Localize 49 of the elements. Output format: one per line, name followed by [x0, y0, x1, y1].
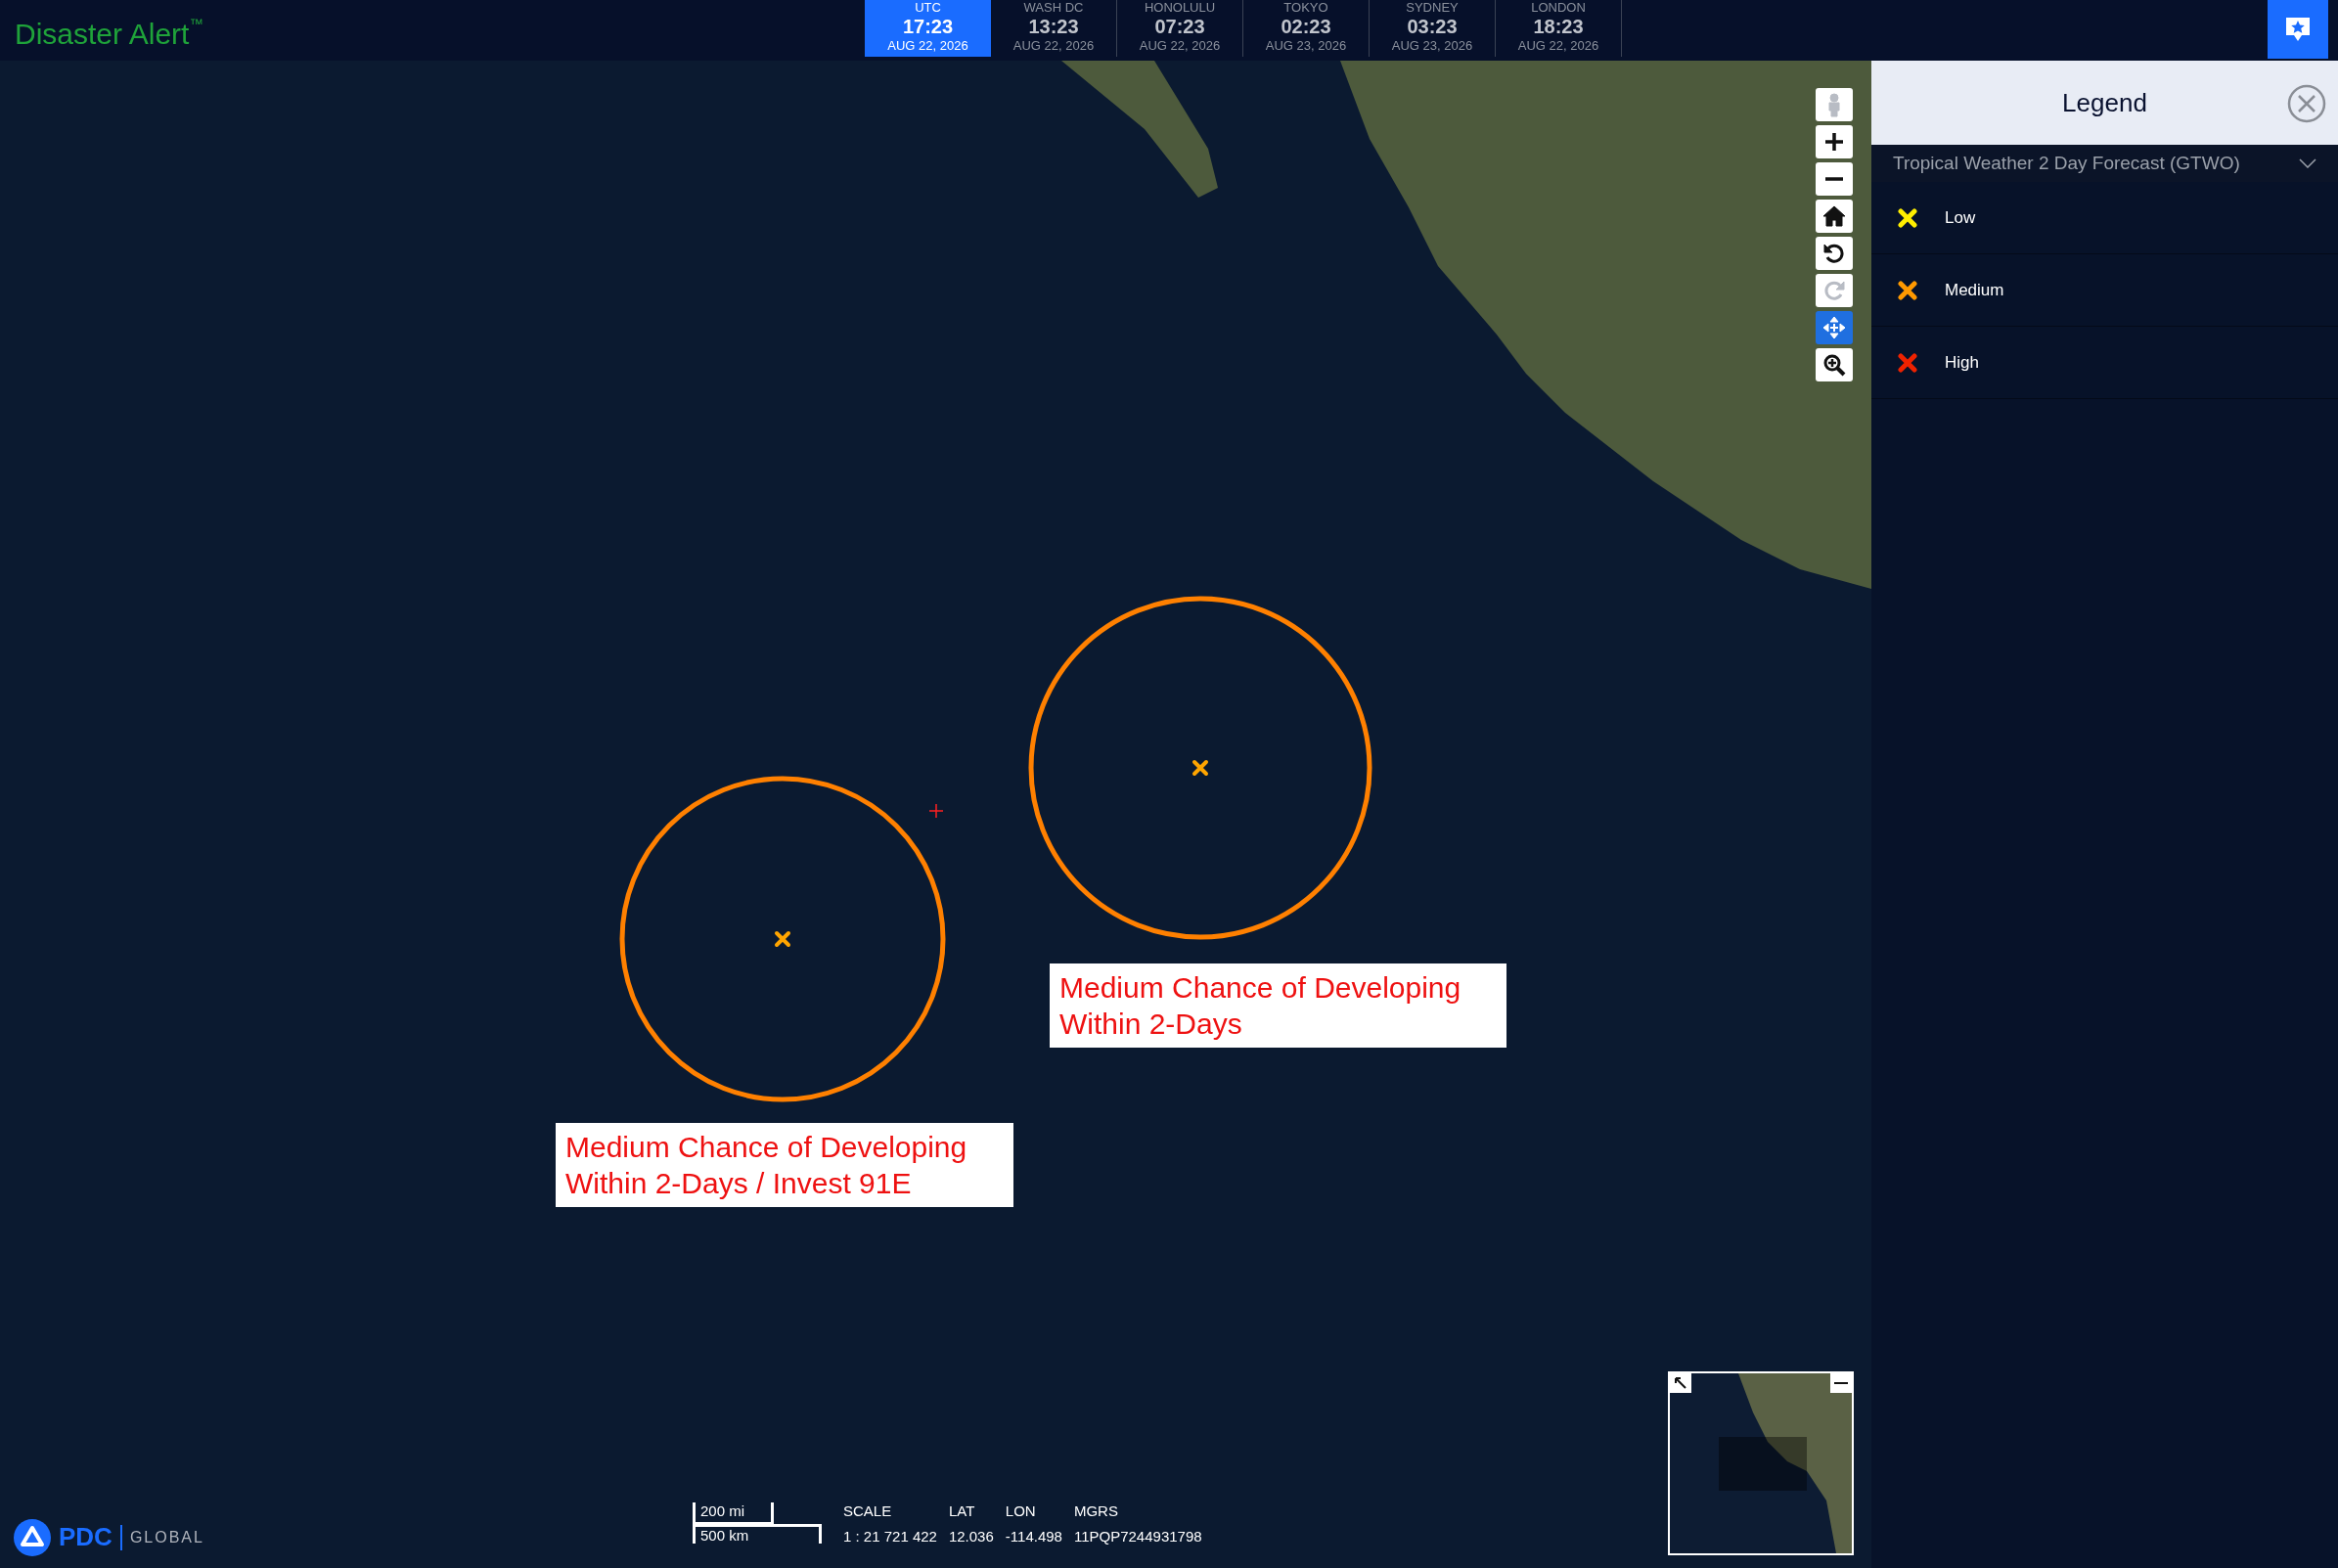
- time-zone-tab[interactable]: UTC 17:23 AUG 22, 2026: [865, 0, 991, 57]
- legend-section-header[interactable]: Tropical Weather 2 Day Forecast (GTWO): [1871, 145, 2338, 182]
- readout-label: MGRS: [1073, 1502, 1119, 1520]
- map-view[interactable]: Medium Chance of Developing Within 2-Days / Invest 91E Medium Chance of Developing Within 2-Days PDC GLOBAL 200 mi 500 km SCALE 1 : 21 721 422 LAT 12.036 LON -114.498 MGRS 11PQP7244931798: [0, 61, 1871, 1568]
- brand-subtitle: GLOBAL: [129, 1527, 204, 1547]
- crosshair-icon: [929, 804, 943, 818]
- trademark: ™: [189, 15, 203, 33]
- pan-button[interactable]: [1816, 311, 1853, 344]
- time-zone-tab[interactable]: SYDNEY 03:23 AUG 23, 2026: [1370, 0, 1496, 57]
- legend-label: High: [1945, 351, 1979, 374]
- app-title: Disaster Alert: [15, 17, 190, 52]
- legend-title: Legend: [2062, 86, 2147, 119]
- storm-marker-icon[interactable]: [774, 930, 791, 948]
- readout-label: SCALE: [843, 1502, 893, 1520]
- scale-label: 500 km: [700, 1527, 749, 1545]
- move-icon: [1821, 314, 1848, 341]
- legend-label: Medium: [1945, 279, 2004, 301]
- forecast-label: Medium Chance of Developing Within 2-Days: [1050, 963, 1506, 1048]
- expand-button[interactable]: [1670, 1373, 1691, 1393]
- brand-name: PDC: [59, 1521, 112, 1553]
- legend-label: Low: [1945, 206, 1976, 229]
- arrow-icon: [1674, 1376, 1687, 1390]
- readout-value: 11PQP7244931798: [1073, 1528, 1202, 1546]
- readout-value: -114.498: [1005, 1528, 1062, 1546]
- time-zone-tab[interactable]: LONDON 18:23 AUG 22, 2026: [1496, 0, 1622, 57]
- logo-icon: [14, 1518, 51, 1556]
- collapse-button[interactable]: [1830, 1373, 1852, 1393]
- scale-label: 200 mi: [700, 1502, 745, 1520]
- readout-value: 1 : 21 721 422: [843, 1528, 937, 1546]
- readout-label: LON: [1005, 1502, 1037, 1520]
- minus-icon: [1824, 177, 1844, 181]
- forecast-label: Medium Chance of Developing Within 2-Days / Invest 91E: [556, 1123, 1013, 1207]
- time-zone-tab[interactable]: WASH DC 13:23 AUG 22, 2026: [991, 0, 1117, 57]
- time-zone-tab[interactable]: TOKYO 02:23 AUG 23, 2026: [1243, 0, 1370, 57]
- zoom-box-button[interactable]: [1816, 348, 1853, 381]
- overview-map[interactable]: [1668, 1371, 1854, 1555]
- minus-icon: [1834, 1381, 1848, 1385]
- zoom-out-button[interactable]: [1816, 162, 1853, 196]
- storm-marker-icon[interactable]: [1191, 759, 1209, 777]
- pin-button[interactable]: [2268, 0, 2328, 59]
- rotate-left-button[interactable]: [1816, 237, 1853, 270]
- readout-value: 12.036: [948, 1528, 994, 1546]
- readout-label: LAT: [948, 1502, 976, 1520]
- chevron-icon: [2299, 158, 2316, 168]
- close-button[interactable]: [2287, 84, 2326, 123]
- time-zone-tab[interactable]: HONOLULU 07:23 AUG 22, 2026: [1117, 0, 1243, 57]
- zoom-in-button[interactable]: [1816, 125, 1853, 158]
- home-button[interactable]: [1816, 200, 1853, 233]
- close-icon: [2287, 84, 2326, 123]
